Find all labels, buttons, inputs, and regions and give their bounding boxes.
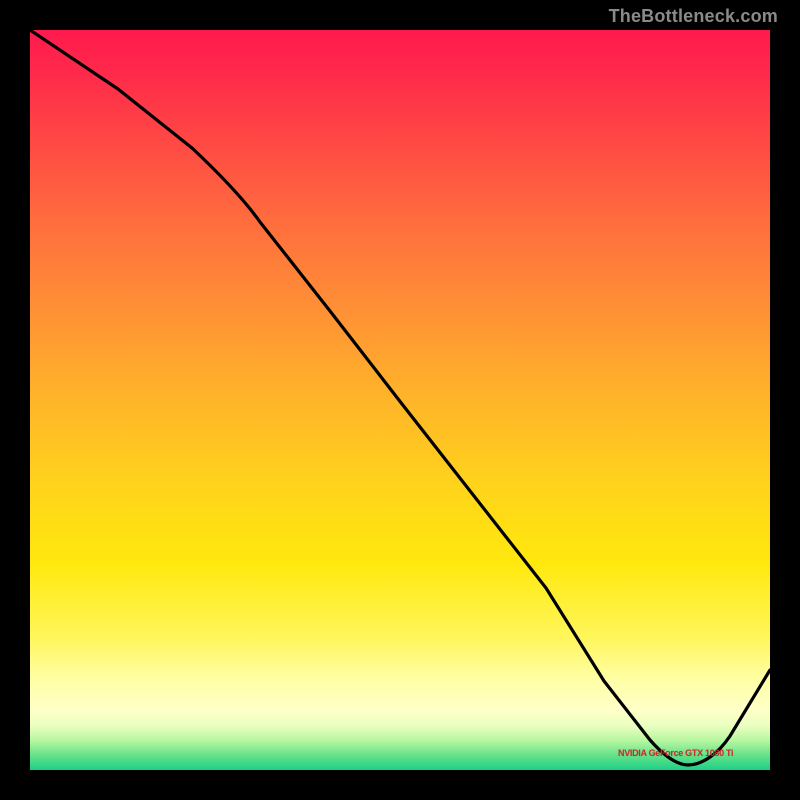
plot-area: NVIDIA GeForce GTX 1080 Ti (30, 30, 770, 770)
gpu-marker-label: NVIDIA GeForce GTX 1080 Ti (618, 748, 733, 758)
chart-frame: TheBottleneck.com NVIDIA GeForce GTX 108… (0, 0, 800, 800)
watermark-text: TheBottleneck.com (609, 6, 778, 27)
bottleneck-curve (30, 30, 770, 770)
